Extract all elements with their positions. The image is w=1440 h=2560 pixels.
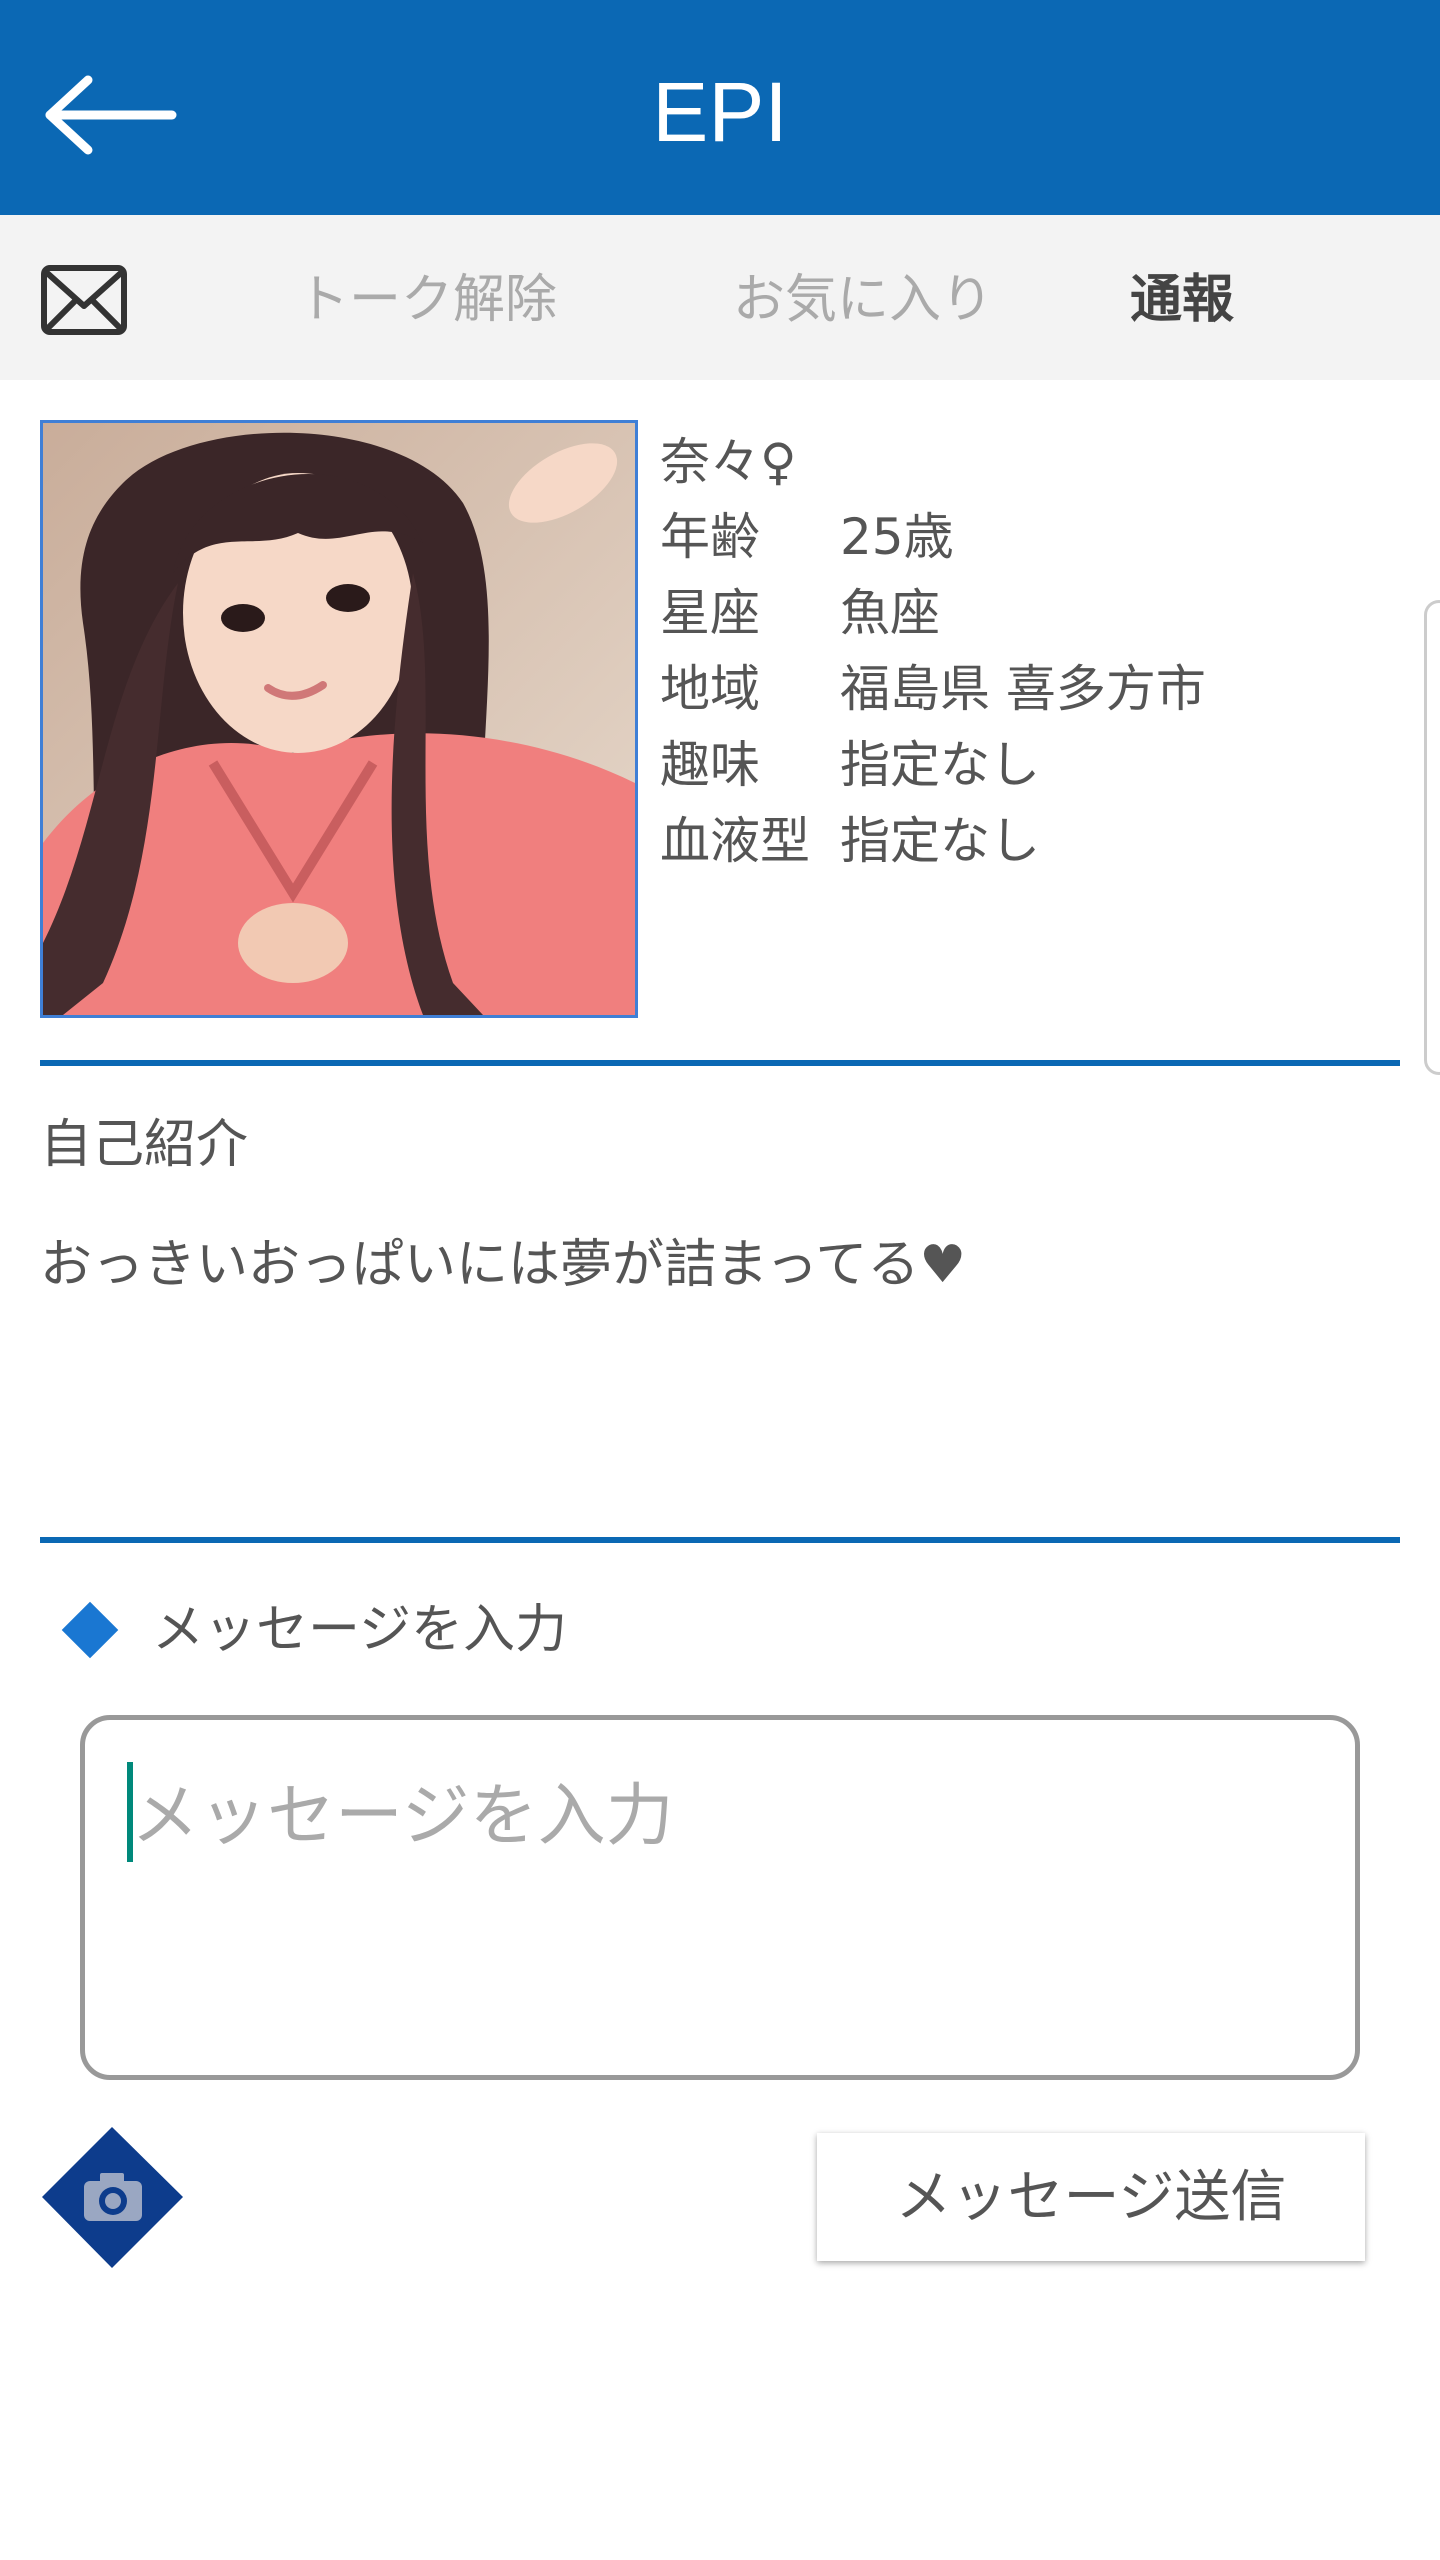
- section-divider: [40, 1537, 1400, 1543]
- page-title: EPI: [652, 65, 788, 159]
- info-label: 星座: [660, 584, 760, 642]
- profile-photo[interactable]: [40, 420, 638, 1018]
- text-cursor: [127, 1762, 133, 1862]
- info-value: 福島県 喜多方市: [840, 660, 1206, 718]
- mail-icon: [41, 265, 127, 335]
- scroll-edge-handle[interactable]: [1424, 600, 1440, 1075]
- section-divider: [40, 1060, 1400, 1066]
- mail-button[interactable]: [40, 260, 130, 340]
- favorite-button[interactable]: お気に入り: [733, 215, 993, 380]
- info-label: 地域: [660, 660, 760, 718]
- intro-heading: 自己紹介: [40, 1115, 249, 1175]
- info-value: 指定なし: [840, 736, 1040, 794]
- app-header: EPI: [0, 0, 1440, 215]
- message-input[interactable]: [80, 1715, 1360, 2080]
- camera-button[interactable]: [40, 2125, 185, 2270]
- send-message-button[interactable]: メッセージ送信: [817, 2133, 1365, 2261]
- camera-icon: [42, 2127, 183, 2268]
- info-row-age: 年齢 25歳: [660, 499, 1380, 575]
- info-value: 魚座: [840, 584, 940, 642]
- talk-release-button[interactable]: トーク解除: [297, 215, 557, 380]
- info-label: 血液型: [660, 812, 810, 870]
- info-value: 指定なし: [840, 812, 1040, 870]
- profile-photo-image: [43, 423, 635, 1015]
- action-bar: トーク解除 お気に入り 通報: [0, 215, 1440, 380]
- info-label: 年齢: [660, 508, 760, 566]
- info-label: 趣味: [660, 736, 760, 794]
- report-button[interactable]: 通報: [1130, 215, 1234, 380]
- info-row-hobby: 趣味 指定なし: [660, 727, 1380, 803]
- profile-info: 奈々♀ 年齢 25歳 星座 魚座 地域 福島県 喜多方市 趣味 指定なし 血液型 指定なし: [660, 425, 1380, 879]
- info-row-zodiac: 星座 魚座: [660, 575, 1380, 651]
- info-row-region: 地域 福島県 喜多方市: [660, 651, 1380, 727]
- message-heading: メッセージを入力: [152, 1600, 567, 1660]
- info-row-blood-type: 血液型 指定なし: [660, 803, 1380, 879]
- intro-text: おっきいおっぱいには夢が詰まってる♥: [40, 1235, 966, 1295]
- diamond-bullet-icon: [61, 1601, 119, 1659]
- profile-name: 奈々♀: [660, 433, 797, 491]
- info-value: 25歳: [840, 508, 954, 566]
